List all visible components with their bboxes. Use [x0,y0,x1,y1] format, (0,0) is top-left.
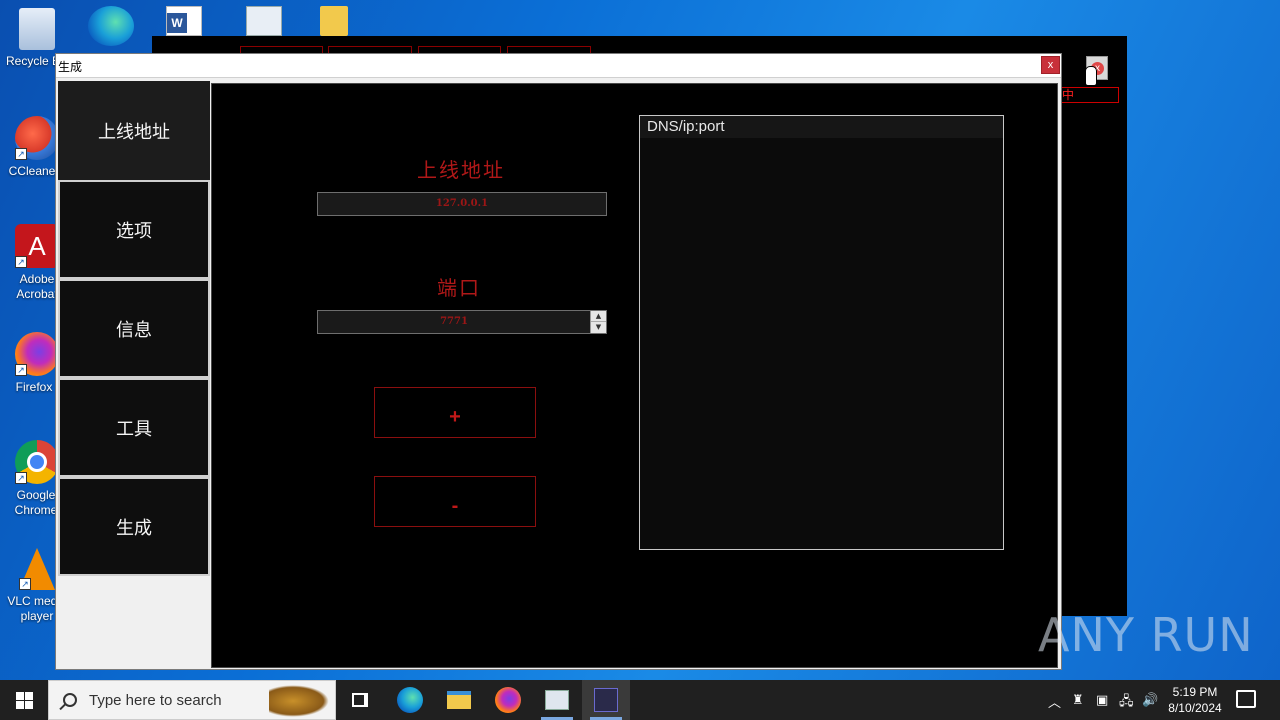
image-file-desktop-icon[interactable] [246,6,282,36]
desktop-icon-label: Firefox [15,380,53,394]
recycle-bin-icon [19,8,55,50]
notification-center-icon[interactable] [1236,690,1256,708]
desktop-icon-label: Recycle Bin [6,54,62,68]
sidebar-item-tools[interactable]: 工具 [58,378,210,477]
spin-down-icon[interactable]: ▼ [591,322,606,333]
port-spin-buttons[interactable]: ▲ ▼ [590,311,606,333]
sidebar-item-options[interactable]: 选项 [58,180,210,279]
sidebar-item-info[interactable]: 信息 [58,279,210,378]
taskbar-search-box[interactable]: Type here to search [48,680,336,720]
sidebar-item-address[interactable]: 上线地址 [58,81,210,180]
dialog-sidebar: 上线地址 选项 信息 工具 生成 [58,81,212,669]
spin-up-icon[interactable]: ▲ [591,311,606,322]
search-highlight-lion-icon [269,685,329,717]
folder-desktop-icon[interactable] [320,6,348,36]
vlc-cone-icon: ↗ [19,548,55,590]
background-red-field[interactable]: 中 [1059,87,1119,103]
dialog-close-button[interactable]: x [1041,56,1060,74]
adobe-acrobat-icon: A ↗ [15,224,59,268]
search-placeholder: Type here to search [89,692,222,709]
task-view-icon [352,693,368,707]
tray-chevron-icon[interactable]: ︿ [1048,692,1061,711]
address-label: 上线地址 [417,158,505,182]
sidebar-item-generate[interactable]: 生成 [58,477,210,576]
add-entry-button[interactable]: + [374,387,536,438]
address-list[interactable]: DNS/ip:port [639,115,1004,550]
folder-icon [447,691,471,709]
taskbar-clock[interactable]: 5:19 PM 8/10/2024 [1160,684,1230,716]
taskbar-edge[interactable] [386,680,434,720]
remove-entry-button[interactable]: - [374,476,536,527]
volume-icon[interactable]: 🔊 [1142,692,1158,708]
firefox-icon [495,687,521,713]
edge-desktop-icon[interactable] [88,6,134,46]
clock-date: 8/10/2024 [1168,701,1222,715]
port-stepper[interactable]: 7771 ▲ ▼ [317,310,607,334]
mouse-cursor-hand-icon [1085,66,1097,86]
taskbar-active-app[interactable] [582,680,630,720]
active-app-icon [594,688,618,712]
app-window-icon [545,690,569,710]
search-icon [63,693,77,707]
port-value: 7771 [440,316,468,327]
address-input[interactable]: 127.0.0.1 [317,192,607,216]
port-label: 端口 [437,276,481,300]
ccleaner-icon: ↗ [15,116,59,160]
task-view-button[interactable] [336,680,384,720]
generate-dialog: 生成 x 上线地址 选项 信息 工具 生成 上线地址 127.0.0.1 端口 … [55,53,1062,670]
chrome-icon: ↗ [15,440,59,484]
taskbar-file-explorer[interactable] [435,680,483,720]
word-document-desktop-icon[interactable]: W [166,6,202,36]
network-icon[interactable]: 🖧 [1119,692,1134,714]
taskbar-app-window[interactable] [533,680,581,720]
dialog-content-panel: 上线地址 127.0.0.1 端口 7771 ▲ ▼ + - DNS/ip:po… [211,83,1058,668]
tray-device-icon[interactable]: ▣ [1096,692,1108,708]
dialog-title: 生成 [58,60,83,74]
tray-app-icon[interactable]: ♜ [1072,692,1084,708]
desktop-icon-label: CCleaner [8,164,60,178]
list-header: DNS/ip:port [640,116,1003,138]
taskbar-firefox[interactable] [484,680,532,720]
edge-icon [397,687,423,713]
taskbar: Type here to search ︿ ♜ ▣ 🖧 🔊 5:19 PM 8/… [0,680,1280,720]
anyrun-watermark: ANY RUN [1038,608,1254,662]
firefox-icon: ↗ [15,332,59,376]
dialog-titlebar[interactable]: 生成 x [56,54,1061,78]
start-button[interactable] [0,680,48,720]
clock-time: 5:19 PM [1172,685,1218,699]
